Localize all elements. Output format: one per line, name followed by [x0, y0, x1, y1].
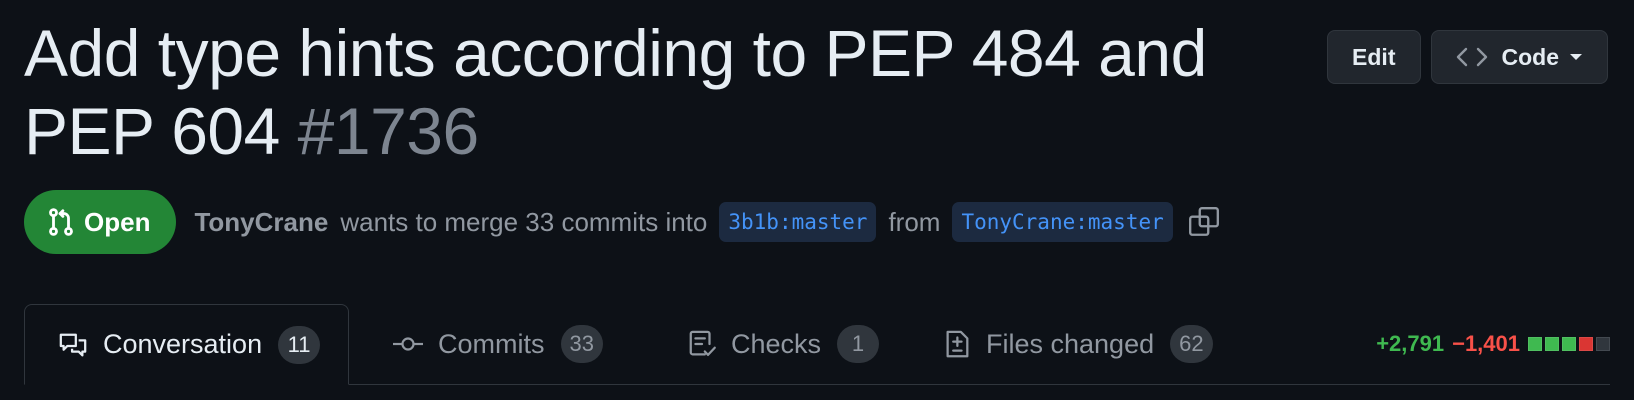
- tab-files-changed-count: 62: [1170, 325, 1213, 363]
- edit-button-label: Edit: [1352, 43, 1396, 70]
- tab-conversation-count: 11: [278, 325, 321, 364]
- diffstat-block-neutral: [1596, 337, 1610, 351]
- tab-commits-count: 33: [560, 325, 603, 363]
- header-actions: Edit Code: [1327, 30, 1608, 84]
- tab-checks[interactable]: Checks 1: [687, 304, 880, 384]
- merge-text: wants to merge 33 commits into: [340, 206, 708, 237]
- tab-files-changed[interactable]: Files changed 62: [942, 304, 1213, 384]
- state-badge-label: Open: [84, 206, 151, 237]
- state-badge-open: Open: [24, 190, 177, 254]
- triangle-down-icon: [1569, 52, 1583, 62]
- head-branch[interactable]: TonyCrane:master: [952, 202, 1173, 242]
- pr-tabs: Conversation 11 Commits 33 Checks 1 File…: [24, 304, 1610, 385]
- copy-icon[interactable]: [1187, 205, 1221, 239]
- tab-commits-label: Commits: [438, 328, 545, 359]
- diffstat-additions: +2,791: [1376, 331, 1445, 356]
- diffstat-deletions: −1,401: [1452, 331, 1520, 356]
- pull-request-header: Add type hints according to PEP 484 and …: [0, 0, 1634, 400]
- comment-discussion-icon: [57, 330, 89, 360]
- diffstat: +2,791 −1,401: [1376, 304, 1610, 384]
- pr-title-text: Add type hints according to PEP 484 and …: [24, 16, 1207, 168]
- edit-button[interactable]: Edit: [1327, 30, 1421, 84]
- author-link[interactable]: TonyCrane: [194, 207, 328, 238]
- tab-conversation-label: Conversation: [103, 329, 263, 359]
- title-area: Add type hints according to PEP 484 and …: [24, 14, 1274, 170]
- diffstat-blocks: [1528, 337, 1610, 351]
- tab-checks-count: 1: [837, 325, 880, 363]
- base-branch[interactable]: 3b1b:master: [719, 202, 877, 242]
- file-diff-icon: [942, 328, 972, 360]
- diffstat-block-added: [1562, 337, 1576, 351]
- checklist-icon: [687, 328, 717, 360]
- tab-files-changed-label: Files changed: [986, 328, 1155, 359]
- code-icon: [1456, 45, 1488, 69]
- code-button[interactable]: Code: [1430, 30, 1608, 84]
- git-pull-request-icon: [46, 207, 76, 237]
- diffstat-block-added: [1528, 337, 1542, 351]
- diffstat-block-added: [1545, 337, 1559, 351]
- pr-number: #1736: [297, 94, 480, 168]
- tab-conversation[interactable]: Conversation 11: [24, 304, 350, 385]
- from-text: from: [888, 206, 941, 237]
- diffstat-block-removed: [1579, 337, 1593, 351]
- pr-state-row: Open TonyCrane wants to merge 33 commits…: [24, 190, 1221, 254]
- pr-title: Add type hints according to PEP 484 and …: [24, 14, 1274, 170]
- code-button-label: Code: [1501, 43, 1560, 70]
- git-commit-icon: [392, 332, 424, 356]
- tab-commits[interactable]: Commits 33: [392, 304, 603, 384]
- tab-checks-label: Checks: [731, 328, 822, 359]
